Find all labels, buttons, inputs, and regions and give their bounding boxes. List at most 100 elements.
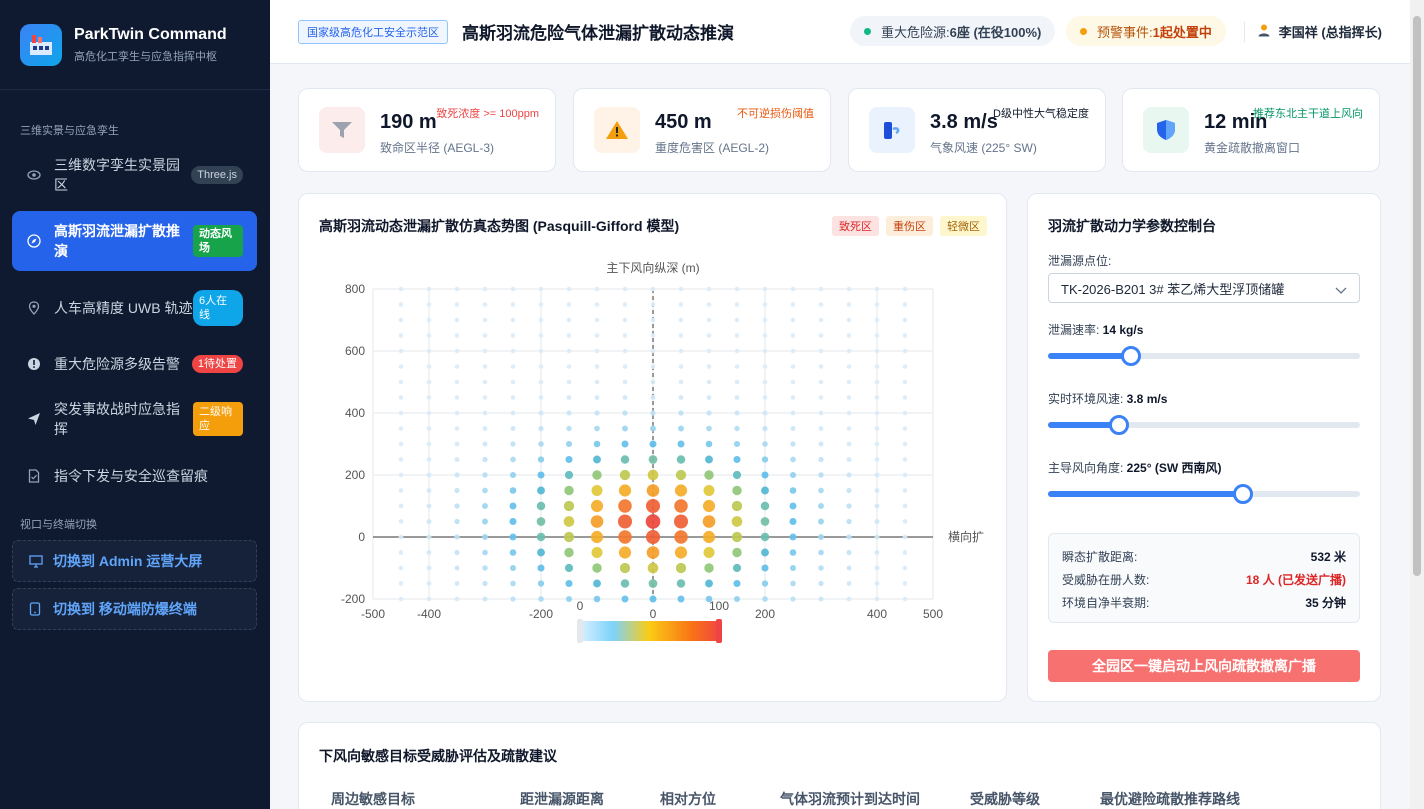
- plume-point: [675, 562, 687, 574]
- plume-point: [734, 302, 740, 307]
- plume-point: [902, 348, 908, 354]
- plume-point: [594, 425, 600, 432]
- plume-point: [678, 410, 684, 416]
- plume-point: [818, 441, 824, 447]
- plume-point: [649, 440, 657, 448]
- wind-direction-slider[interactable]: [1048, 484, 1360, 504]
- plume-point: [677, 595, 685, 603]
- plume-point: [650, 364, 656, 369]
- plume-point: [590, 515, 604, 528]
- sidebar-badge: Three.js: [191, 166, 243, 184]
- slider-knob[interactable]: [1109, 415, 1130, 435]
- plume-point: [874, 317, 880, 323]
- plume-point: [454, 348, 460, 354]
- kpi-value: 190 m: [380, 111, 437, 133]
- plume-point: [594, 379, 600, 385]
- source-select[interactable]: TK-2026-B201 3# 苯乙烯大型浮顶储罐: [1048, 273, 1360, 303]
- plume-point: [874, 519, 880, 524]
- plume-point: [677, 440, 685, 448]
- plume-point: [731, 500, 743, 512]
- evacuation-broadcast-button[interactable]: 全园区一键启动上风向疏散撤离广播: [1048, 650, 1360, 682]
- wind-speed-slider[interactable]: [1048, 415, 1360, 435]
- plume-point: [621, 595, 629, 603]
- plume-point: [565, 579, 573, 588]
- plume-point: [426, 333, 432, 338]
- switch-mobile-button[interactable]: 切换到 移动端防爆终端: [12, 588, 257, 630]
- plume-point: [482, 565, 488, 571]
- warning-icon: [594, 107, 640, 153]
- plume-point: [902, 333, 908, 338]
- plume-point: [482, 317, 488, 323]
- plume-point: [509, 471, 517, 479]
- plume-point: [563, 516, 575, 527]
- plume-point: [650, 410, 656, 416]
- rate-slider[interactable]: [1048, 346, 1360, 366]
- direction-label: 主导风向角度: 225° (SW 西南风): [1048, 459, 1221, 476]
- plume-point: [650, 379, 656, 385]
- plume-chart[interactable]: -500 -400 -200 0 200 400 500 -200 0 200 400 600 800 主…: [299, 194, 1008, 703]
- kpi-note: 推荐东北主干道上风向: [1253, 108, 1363, 120]
- plume-point: [734, 379, 740, 385]
- plume-point: [733, 579, 741, 588]
- switch-admin-button[interactable]: 切换到 Admin 运营大屏: [12, 540, 257, 582]
- sidebar-item-uwb[interactable]: 人车高精度 UWB 轨迹 6人在线: [12, 287, 257, 329]
- plume-point: [482, 395, 488, 400]
- plume-point: [874, 596, 880, 602]
- plume-point: [734, 317, 740, 323]
- page-scrollbar[interactable]: [1410, 0, 1424, 809]
- sidebar-item-hazard-alert[interactable]: 重大危险源多级告警 1待处置: [12, 348, 257, 380]
- table-header-distance: 距泄漏源距离: [520, 791, 604, 807]
- plume-point: [734, 425, 740, 432]
- plume-point: [702, 530, 716, 544]
- plume-point: [538, 425, 544, 432]
- plume-point: [563, 531, 575, 543]
- alert-value: 1起处置中: [1152, 24, 1212, 40]
- scrollbar-thumb[interactable]: [1413, 16, 1421, 576]
- plume-point: [482, 364, 488, 369]
- plume-point: [761, 471, 769, 479]
- plume-point: [564, 470, 574, 480]
- plume-point: [874, 348, 880, 354]
- plume-point: [706, 286, 712, 292]
- plume-point: [398, 302, 404, 307]
- plume-point: [650, 395, 656, 400]
- stat-row: 环境自净半衰期: 35 分钟: [1062, 594, 1346, 611]
- slider-fill: [1048, 491, 1243, 497]
- wind-value: 3.8 m/s: [1126, 392, 1168, 406]
- sidebar-item-emergency[interactable]: 突发事故战时应急指挥 二级响应: [12, 398, 257, 440]
- y-tick-label: 0: [358, 530, 365, 544]
- plume-point: [454, 487, 460, 494]
- plume-point: [454, 518, 460, 525]
- plume-point: [482, 518, 488, 525]
- plume-point: [678, 348, 684, 354]
- slider-knob[interactable]: [1233, 484, 1253, 504]
- slider-knob[interactable]: [1120, 346, 1141, 366]
- plume-point: [762, 302, 768, 307]
- plume-point: [673, 514, 689, 529]
- plume-point: [482, 348, 488, 354]
- plume-point: [846, 333, 852, 338]
- plume-point: [760, 532, 770, 542]
- plume-point: [650, 286, 656, 292]
- plume-point: [846, 410, 852, 416]
- user-avatar-icon: [1257, 23, 1271, 40]
- user-menu[interactable]: 李国祥 (总指挥长): [1243, 21, 1382, 42]
- sidebar-item-command-log[interactable]: 指令下发与安全巡查留痕: [12, 464, 257, 488]
- plume-point: [676, 579, 686, 588]
- plume-point: [566, 348, 572, 354]
- plume-point: [537, 456, 545, 463]
- plume-point: [426, 596, 432, 602]
- plume-point: [454, 472, 460, 478]
- plume-point: [902, 364, 908, 369]
- plume-point: [818, 333, 824, 338]
- plume-point: [593, 455, 601, 464]
- sidebar-item-3d-park[interactable]: 三维数字孪生实景园区 Three.js: [12, 152, 257, 198]
- plume-point: [646, 484, 660, 497]
- sidebar-item-plume[interactable]: 高斯羽流泄漏扩散推演 动态风场: [12, 211, 257, 271]
- plume-point: [594, 302, 600, 307]
- plume-point: [566, 333, 572, 338]
- plume-point: [426, 534, 432, 540]
- plume-point: [790, 456, 796, 463]
- sidebar-item-label: 突发事故战时应急指挥: [54, 401, 180, 437]
- plume-point: [510, 302, 516, 307]
